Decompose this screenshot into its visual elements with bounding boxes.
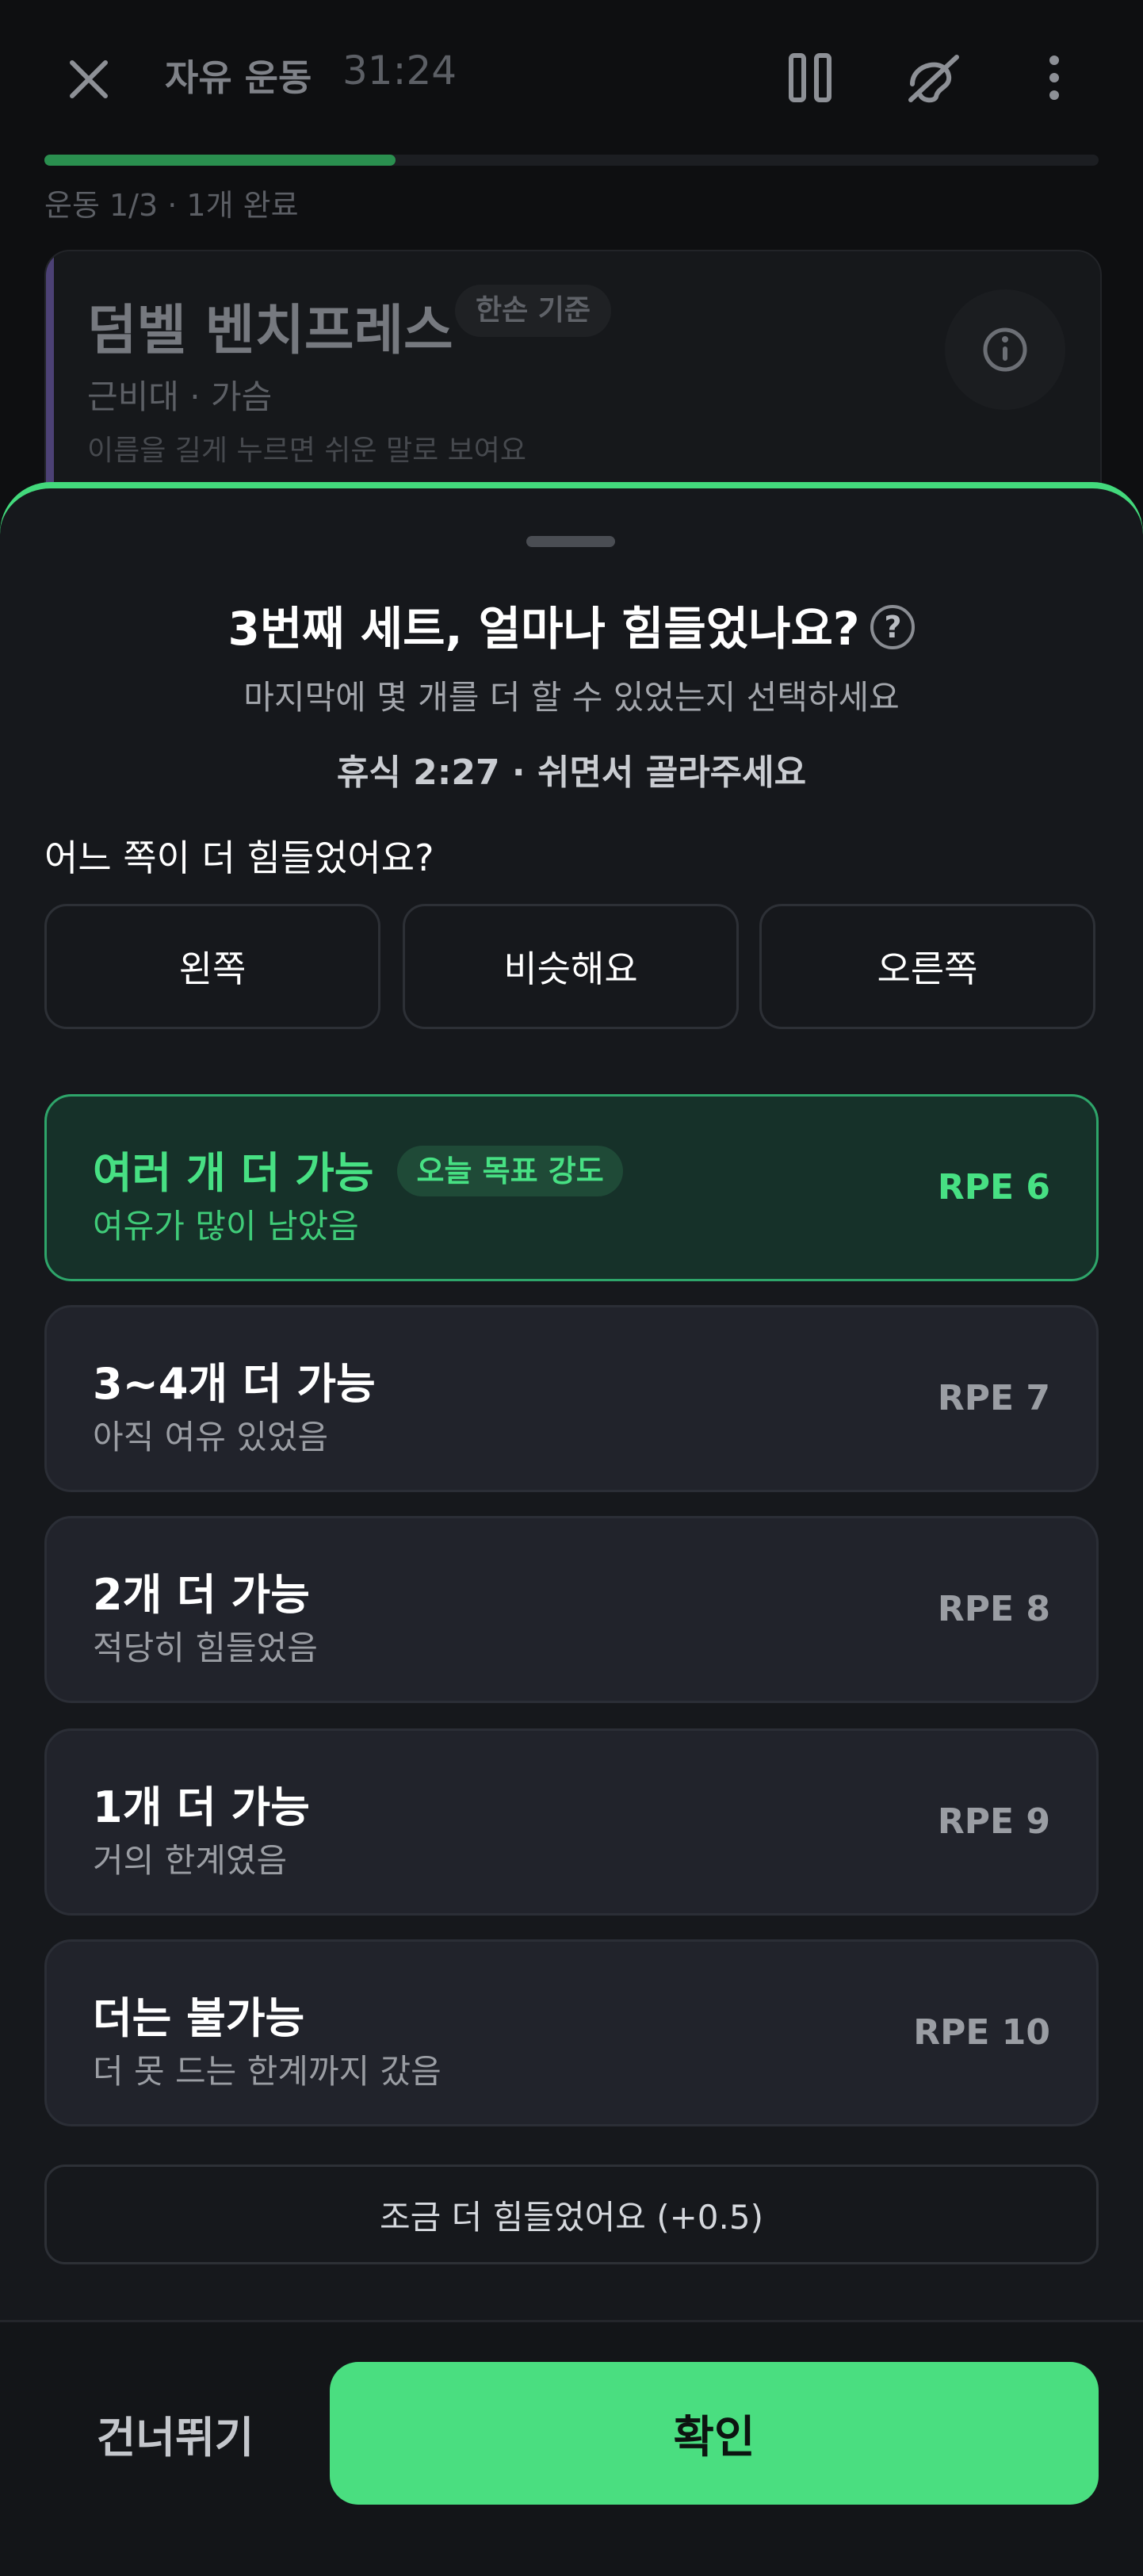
info-button[interactable] <box>945 289 1065 410</box>
rpe-option-value: RPE 9 <box>937 1801 1050 1842</box>
rpe-option-10[interactable]: 더는 불가능 더 못 드는 한계까지 갔음 RPE 10 <box>44 1939 1099 2126</box>
rpe-option-value: RPE 10 <box>913 2012 1050 2053</box>
rest-timer-text: 휴식 2:27 · 쉬면서 골라주세요 <box>336 752 807 793</box>
side-left-button[interactable]: 왼쪽 <box>44 904 380 1029</box>
workout-timer: 31:24 <box>342 48 457 94</box>
confirm-button[interactable]: 확인 <box>330 2362 1099 2505</box>
help-icon[interactable]: ? <box>870 604 916 649</box>
rpe-bottom-sheet: 3번째 세트, 얼마나 힘들었나요?? 마지막에 몇 개를 더 할 수 있었는지… <box>0 484 1143 2576</box>
side-question: 어느 쪽이 더 힘들었어요? <box>44 836 434 879</box>
exercise-name[interactable]: 덤벨 벤치프레스 <box>87 286 453 365</box>
close-icon[interactable] <box>57 48 120 111</box>
rpe-option-9[interactable]: 1개 더 가능 거의 한계였음 RPE 9 <box>44 1728 1099 1916</box>
pause-icon[interactable] <box>777 44 843 111</box>
rpe-option-desc: 아직 여유 있었음 <box>93 1418 329 1456</box>
rpe-option-desc: 적당히 힘들었음 <box>93 1629 318 1667</box>
rpe-option-8[interactable]: 2개 더 가능 적당히 힘들었음 RPE 8 <box>44 1516 1099 1703</box>
sheet-subtitle: 마지막에 몇 개를 더 할 수 있었는지 선택하세요 <box>243 678 900 717</box>
sheet-title-text: 3번째 세트, 얼마나 힘들었나요? <box>227 602 860 656</box>
exercise-muscles: 근비대 · 가슴 <box>87 377 273 416</box>
workout-progress-label: 운동 1/3 · 1개 완료 <box>44 188 299 223</box>
side-right-button[interactable]: 오른쪽 <box>759 904 1095 1029</box>
rpe-option-title: 여러 개 더 가능 오늘 목표 강도 <box>93 1138 623 1201</box>
target-intensity-badge: 오늘 목표 강도 <box>397 1146 623 1197</box>
workout-screen: 자유 운동 31:24 운동 1/3 · 1개 완료 덤벨 벤치프레스 한손 기… <box>0 0 1143 538</box>
one-hand-badge: 한손 기준 <box>455 285 612 337</box>
rpe-option-desc: 여유가 많이 남았음 <box>93 1207 359 1246</box>
rpe-option-label: 3~4개 더 가능 <box>93 1359 376 1409</box>
sheet-drag-handle[interactable] <box>526 536 615 547</box>
rpe-option-desc: 더 못 드는 한계까지 갔음 <box>93 2052 442 2091</box>
side-same-button[interactable]: 비슷해요 <box>403 904 739 1029</box>
sheet-footer: 건너뛰기 확인 <box>0 2320 1143 2576</box>
info-icon <box>983 327 1027 372</box>
workout-progress-bar <box>44 155 1099 166</box>
rpe-option-desc: 거의 한계였음 <box>93 1841 288 1880</box>
skip-button[interactable]: 건너뛰기 <box>44 2362 306 2505</box>
rpe-option-6[interactable]: 여러 개 더 가능 오늘 목표 강도 여유가 많이 남았음 RPE 6 <box>44 1094 1099 1281</box>
rpe-option-7[interactable]: 3~4개 더 가능 아직 여유 있었음 RPE 7 <box>44 1305 1099 1492</box>
slightly-harder-button[interactable]: 조금 더 힘들었어요 (+0.5) <box>44 2165 1099 2264</box>
rpe-option-label: 더는 불가능 <box>93 1993 305 2043</box>
more-icon[interactable] <box>1023 44 1086 111</box>
rpe-option-label: 여러 개 더 가능 <box>93 1148 374 1198</box>
rpe-option-value: RPE 7 <box>937 1378 1050 1418</box>
rpe-option-label: 2개 더 가능 <box>93 1570 310 1620</box>
exercise-hint: 이름을 길게 누르면 쉬운 말로 보여요 <box>87 434 527 467</box>
rpe-option-value: RPE 8 <box>937 1589 1050 1629</box>
workout-progress-fill <box>44 155 396 166</box>
mute-icon[interactable] <box>896 44 972 111</box>
rpe-option-label: 1개 더 가능 <box>93 1782 310 1832</box>
workout-title: 자유 운동 <box>165 56 312 99</box>
sheet-title: 3번째 세트, 얼마나 힘들었나요?? <box>0 591 1143 658</box>
rpe-option-value: RPE 6 <box>937 1167 1050 1208</box>
